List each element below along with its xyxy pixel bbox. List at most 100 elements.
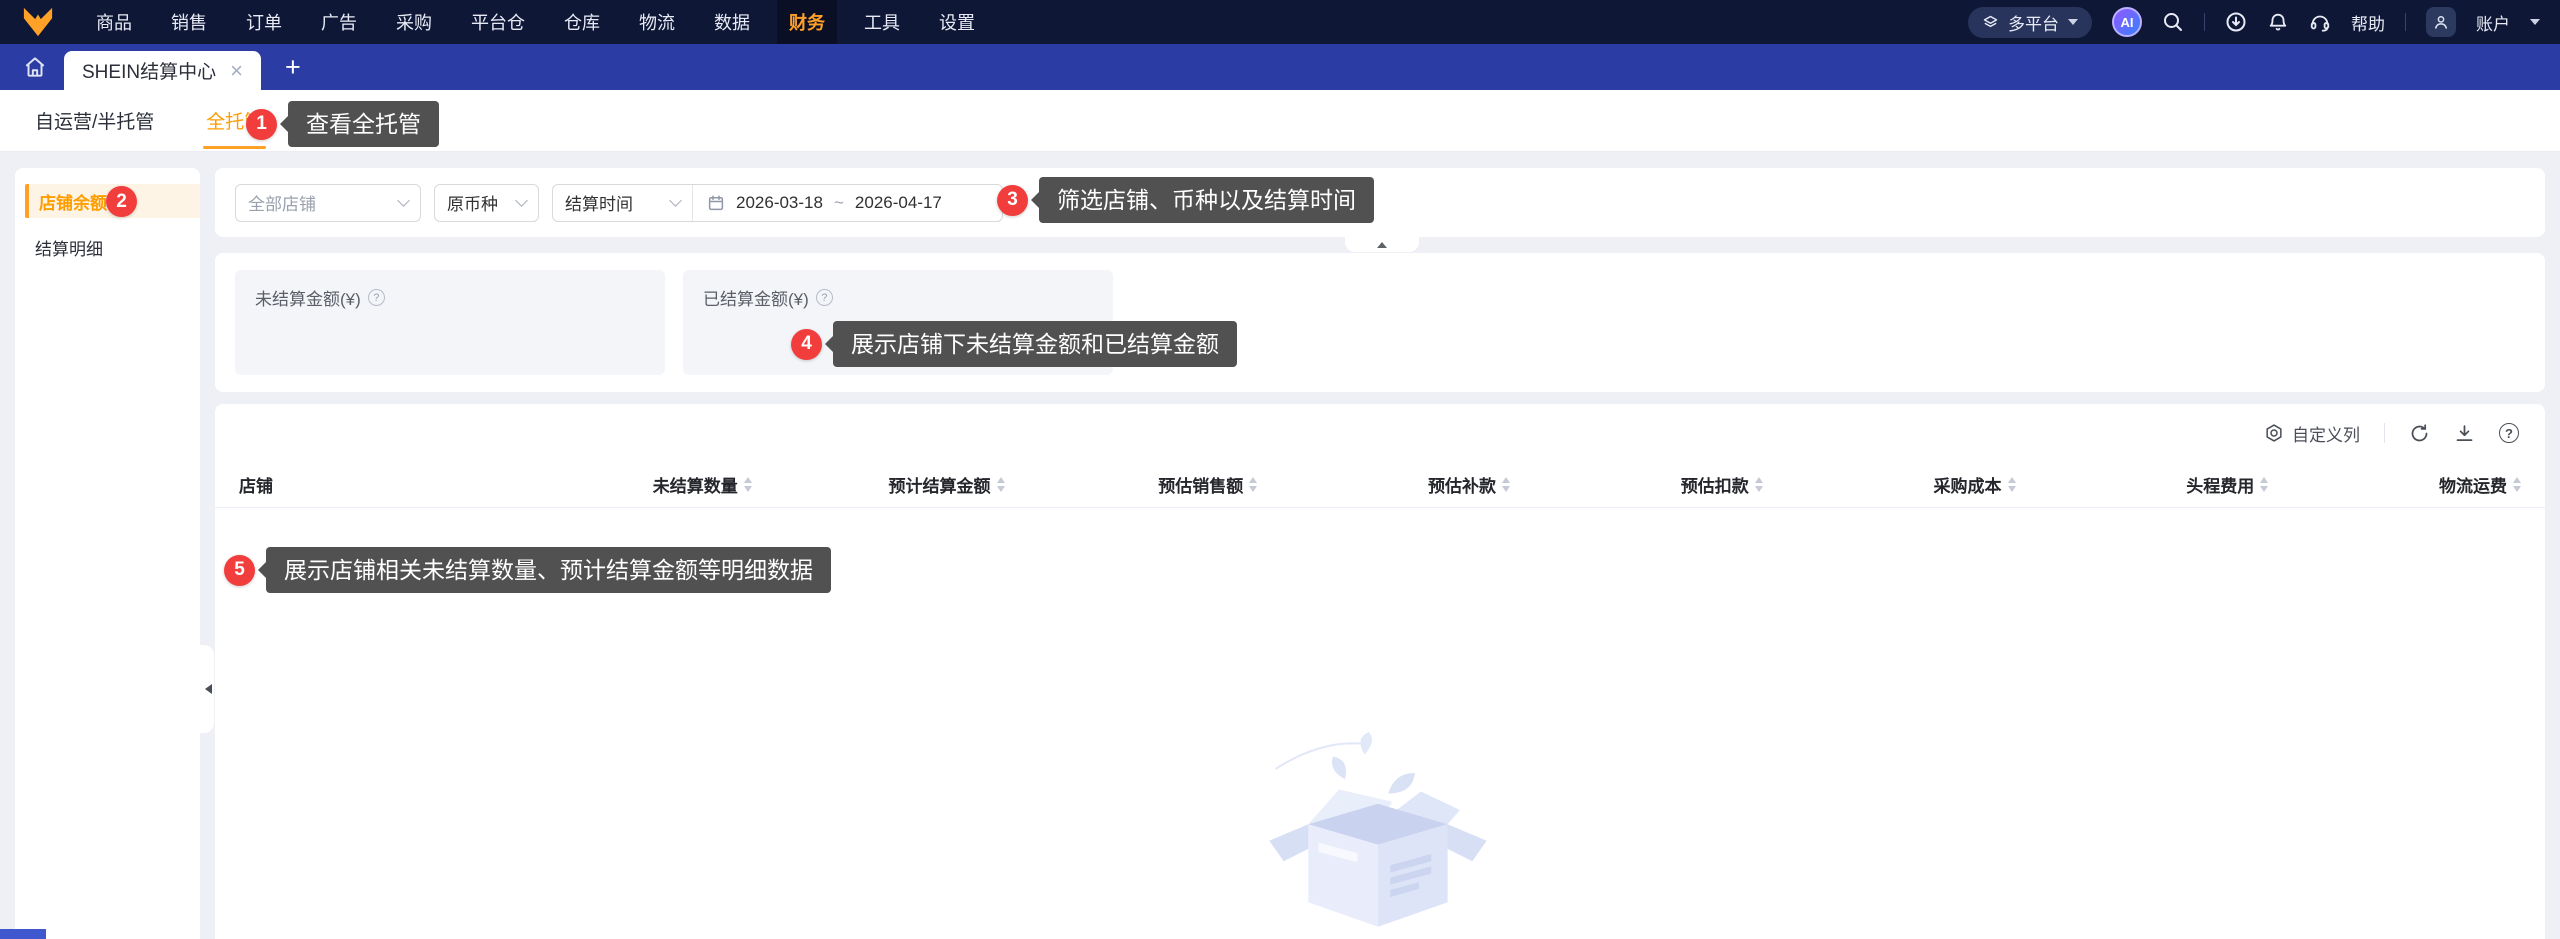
guide-badge-2[interactable]: 2	[106, 186, 137, 217]
guide-tooltip-5: 展示店铺相关未结算数量、预计结算金额等明细数据	[258, 547, 831, 593]
workspace-tab-shein-settlement[interactable]: SHEIN结算中心 ×	[64, 51, 261, 90]
divider	[2204, 13, 2205, 31]
nav-item-purchasing[interactable]: 采购	[384, 0, 444, 44]
column-header-est-deduction[interactable]: 预估扣款	[1510, 472, 1763, 497]
ai-assistant-button[interactable]: AI	[2112, 7, 2142, 37]
guide-badge-1[interactable]: 1	[246, 108, 277, 140]
chevron-down-icon	[2530, 19, 2540, 30]
download-center-icon[interactable]	[2225, 11, 2247, 33]
customize-columns-button[interactable]: 自定义列	[2264, 421, 2360, 446]
divider	[2384, 423, 2385, 443]
guide-step-1: 1 查看全托管	[246, 101, 439, 147]
home-icon[interactable]	[22, 54, 48, 80]
filter-bar: 全部店铺 原币种 结算时间 2026-03-18 ~ 2026-04-17	[215, 168, 2545, 237]
nav-item-data[interactable]: 数据	[702, 0, 762, 44]
shop-select-value: 全部店铺	[248, 195, 316, 214]
column-header-est-settlement-amount[interactable]: 预计结算金额	[752, 472, 1005, 497]
platform-switcher-label: 多平台	[2008, 14, 2059, 34]
platform-switcher[interactable]: 多平台	[1968, 6, 2092, 38]
close-icon[interactable]: ×	[230, 59, 243, 82]
sort-icon	[1249, 473, 1258, 496]
column-label: 头程费用	[2186, 477, 2255, 496]
table-help-icon[interactable]: ?	[2499, 423, 2519, 443]
column-header-shop: 店铺	[239, 477, 273, 496]
nav-item-orders[interactable]: 订单	[234, 0, 294, 44]
balance-summary-card: 未结算金额(¥) ? 已结算金额(¥) ?	[215, 253, 2545, 392]
nav-item-ads[interactable]: 广告	[309, 0, 369, 44]
gear-icon	[2264, 423, 2284, 443]
nav-item-warehouse[interactable]: 仓库	[552, 0, 612, 44]
shop-select[interactable]: 全部店铺	[235, 183, 421, 222]
column-label: 未结算数量	[652, 477, 738, 496]
settlement-table-card: 自定义列 ? 店铺 未结算数量 预计结算金额 预估销售额 预估补款 预估扣款 采…	[215, 404, 2545, 939]
column-label: 物流运费	[2439, 477, 2507, 496]
main-menu: 商品 销售 订单 广告 采购 平台仓 仓库 物流 数据 财务 工具 设置	[84, 0, 987, 44]
help-circle-icon[interactable]: ?	[815, 289, 833, 306]
customize-columns-label: 自定义列	[2292, 425, 2360, 445]
column-label: 预计结算金额	[888, 477, 991, 496]
calendar-icon	[707, 194, 725, 212]
chevron-up-icon	[1377, 237, 1387, 248]
column-header-est-sales[interactable]: 预估销售额	[1005, 472, 1258, 497]
empty-box-illustration	[1265, 730, 1495, 935]
column-header-logistics-fee[interactable]: 物流运费	[2268, 472, 2521, 497]
guide-tooltip-4: 展示店铺下未结算金额和已结算金额	[825, 321, 1237, 367]
sidebar-collapse-handle[interactable]	[200, 645, 214, 733]
date-separator: ~	[833, 192, 844, 212]
guide-step-4: 4 展示店铺下未结算金额和已结算金额	[791, 321, 1237, 367]
workspace-tabstrip: SHEIN结算中心 × +	[0, 44, 2560, 90]
column-header-first-leg-fee[interactable]: 头程费用	[2016, 472, 2269, 497]
table-toolbar: 自定义列 ?	[215, 404, 2545, 462]
sort-icon	[1502, 473, 1510, 496]
app-logo-icon[interactable]	[20, 6, 56, 38]
nav-item-logistics[interactable]: 物流	[627, 0, 687, 44]
column-label: 预估补款	[1428, 477, 1496, 496]
guide-step-2: 2	[106, 186, 137, 217]
column-label: 采购成本	[1933, 477, 2002, 496]
date-range-picker[interactable]: 2026-03-18 ~ 2026-04-17	[693, 193, 1002, 213]
search-icon[interactable]	[2162, 11, 2184, 33]
sort-icon	[2260, 473, 2269, 496]
guide-badge-5[interactable]: 5	[224, 554, 255, 586]
chevron-down-icon	[515, 194, 528, 207]
notifications-bell-icon[interactable]	[2267, 11, 2289, 33]
date-type-select[interactable]: 结算时间	[553, 184, 693, 221]
nav-item-finance[interactable]: 财务	[777, 0, 837, 44]
filter-collapse-button[interactable]	[1345, 237, 1419, 252]
refresh-icon[interactable]	[2409, 423, 2430, 444]
date-type-value: 结算时间	[565, 195, 633, 214]
date-start-value: 2026-03-18	[736, 192, 823, 212]
sidebar-item-settlement-detail[interactable]: 结算明细	[15, 230, 200, 264]
guide-badge-3[interactable]: 3	[997, 184, 1028, 216]
nav-item-platform-warehouse[interactable]: 平台仓	[459, 0, 537, 44]
support-headset-icon[interactable]	[2309, 11, 2331, 33]
currency-select[interactable]: 原币种	[434, 183, 539, 222]
chevron-down-icon	[2068, 19, 2078, 30]
sort-icon	[2007, 473, 2016, 496]
nav-item-sales[interactable]: 销售	[159, 0, 219, 44]
add-tab-button[interactable]: +	[285, 52, 301, 83]
divider	[2405, 13, 2406, 31]
column-header-est-supplement[interactable]: 预估补款	[1257, 472, 1510, 497]
user-avatar-icon[interactable]	[2426, 7, 2456, 37]
help-circle-icon[interactable]: ?	[367, 289, 385, 306]
workspace-tab-label: SHEIN结算中心	[82, 62, 217, 83]
date-end-value: 2026-04-17	[854, 192, 942, 212]
column-header-purchase-cost[interactable]: 采购成本	[1763, 472, 2016, 497]
export-download-icon[interactable]	[2454, 423, 2475, 444]
nav-item-products[interactable]: 商品	[84, 0, 144, 44]
bottom-floating-widget	[0, 929, 46, 939]
unsettled-amount-box: 未结算金额(¥) ?	[235, 270, 665, 375]
top-navbar: 商品 销售 订单 广告 采购 平台仓 仓库 物流 数据 财务 工具 设置 多平台	[0, 0, 2560, 44]
nav-item-settings[interactable]: 设置	[927, 0, 987, 44]
guide-badge-4[interactable]: 4	[791, 328, 822, 360]
help-link[interactable]: 帮助	[2351, 10, 2385, 35]
account-menu[interactable]: 账户	[2476, 10, 2510, 35]
nav-item-tools[interactable]: 工具	[852, 0, 912, 44]
column-header-unsettled-qty[interactable]: 未结算数量	[499, 472, 752, 497]
layers-icon	[1982, 14, 1999, 31]
column-label: 预估扣款	[1680, 477, 1749, 496]
tab-self-operated[interactable]: 自运营/半托管	[35, 90, 154, 151]
navbar-right-cluster: 多平台 AI 帮助 账户	[1968, 0, 2540, 44]
unsettled-amount-label: 未结算金额(¥)	[255, 290, 361, 309]
